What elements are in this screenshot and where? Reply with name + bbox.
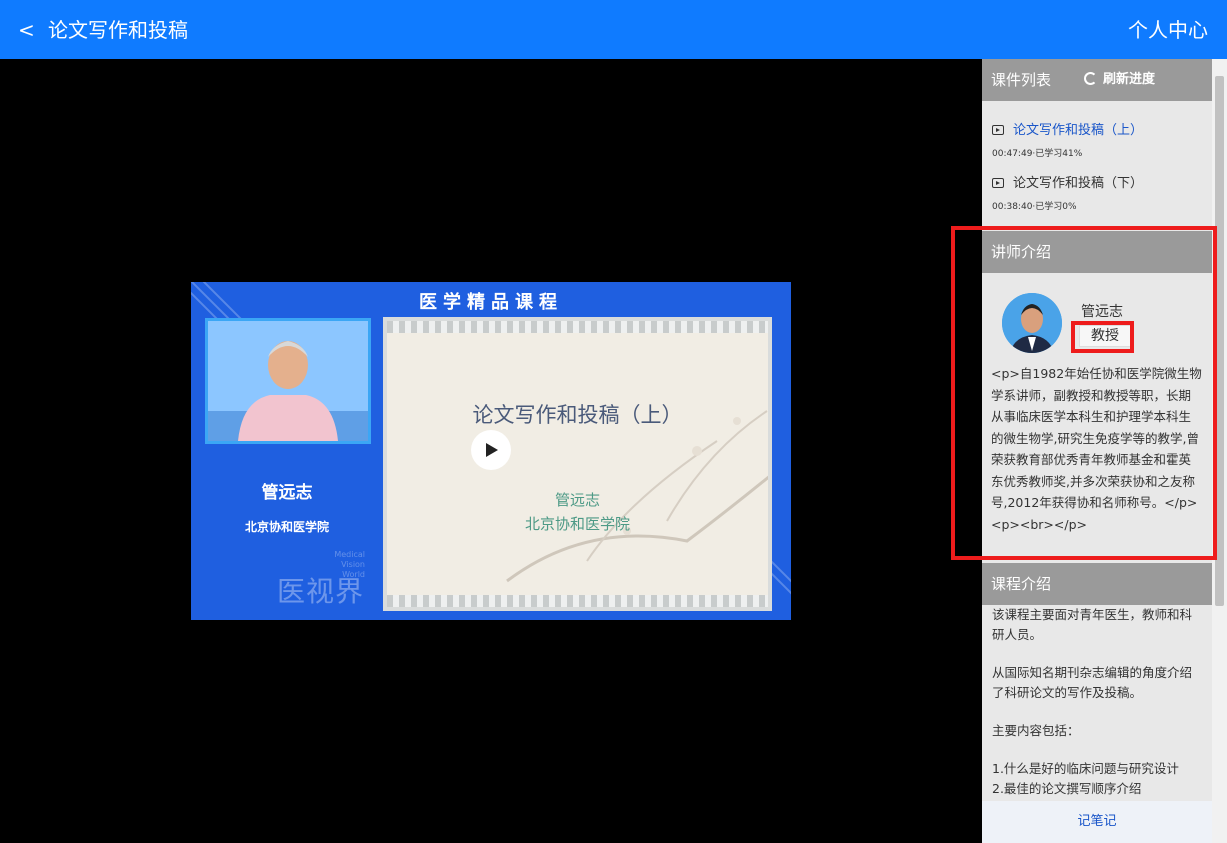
course-item[interactable]: 论文写作和投稿（下） 00:38:40·已学习0%: [992, 175, 1207, 212]
take-notes-button[interactable]: 记笔记: [982, 801, 1212, 843]
play-icon: [486, 443, 498, 457]
video-lecturer-institution: 北京协和医学院: [244, 520, 329, 534]
page-title: 论文写作和投稿: [48, 18, 188, 42]
top-bar: < 论文写作和投稿 个人中心: [0, 0, 1227, 59]
sidebar-scrollbar[interactable]: [1212, 59, 1227, 843]
refresh-progress-button[interactable]: 刷新进度: [1084, 59, 1155, 101]
slide-title: 论文写作和投稿（上）: [472, 403, 683, 427]
video-icon: [992, 178, 1004, 188]
video-lecturer-name: 管远志: [261, 483, 313, 503]
teacher-name: 管远志: [1081, 304, 1123, 320]
course-intro: 该课程主要面对青年医生，教师和科研人员。 从国际知名期刊杂志编辑的角度介绍了科研…: [992, 607, 1193, 796]
play-button[interactable]: [471, 430, 511, 470]
teacher-avatar: [1002, 293, 1062, 353]
watermark-logo: 医视界: [277, 575, 365, 608]
personal-center-link[interactable]: 个人中心: [1128, 16, 1208, 44]
video-poster[interactable]: 医学精品课程 管远志 北京协和医学院 Medical Vision World …: [191, 282, 791, 620]
lecture-slide: 论文写作和投稿（上） 管远志 北京协和医学院: [383, 317, 772, 611]
course-meta: 00:38:40·已学习0%: [992, 202, 1077, 212]
lecturer-video-frame: [205, 318, 371, 444]
course-intro-header: 课程介绍: [982, 563, 1212, 605]
course-meta: 00:47:49·已学习41%: [992, 149, 1083, 159]
courseware-header: 课件列表 刷新进度: [982, 59, 1212, 101]
back-button[interactable]: <: [18, 17, 40, 43]
sidebar: 课件列表 刷新进度 论文写作和投稿（上） 00:47:49·已学习41% 论文写…: [982, 59, 1227, 843]
video-banner: 医学精品课程: [419, 292, 563, 313]
chevron-left-icon: <: [18, 18, 35, 42]
video-player[interactable]: 医学精品课程 管远志 北京协和医学院 Medical Vision World …: [0, 59, 982, 843]
refresh-icon: [1084, 72, 1097, 85]
teacher-bio: <p>自1982年始任协和医学院微生物学系讲师，副教授和教授等职，长期从事临床医…: [991, 366, 1202, 532]
course-item[interactable]: 论文写作和投稿（上） 00:47:49·已学习41%: [992, 122, 1207, 159]
teacher-title: 教授: [1079, 325, 1131, 347]
video-icon: [992, 125, 1004, 135]
slide-institution: 北京协和医学院: [524, 515, 630, 533]
teacher-header: 讲师介绍: [982, 231, 1212, 273]
scrollbar-thumb[interactable]: [1215, 76, 1224, 606]
slide-lecturer-name: 管远志: [554, 491, 600, 509]
